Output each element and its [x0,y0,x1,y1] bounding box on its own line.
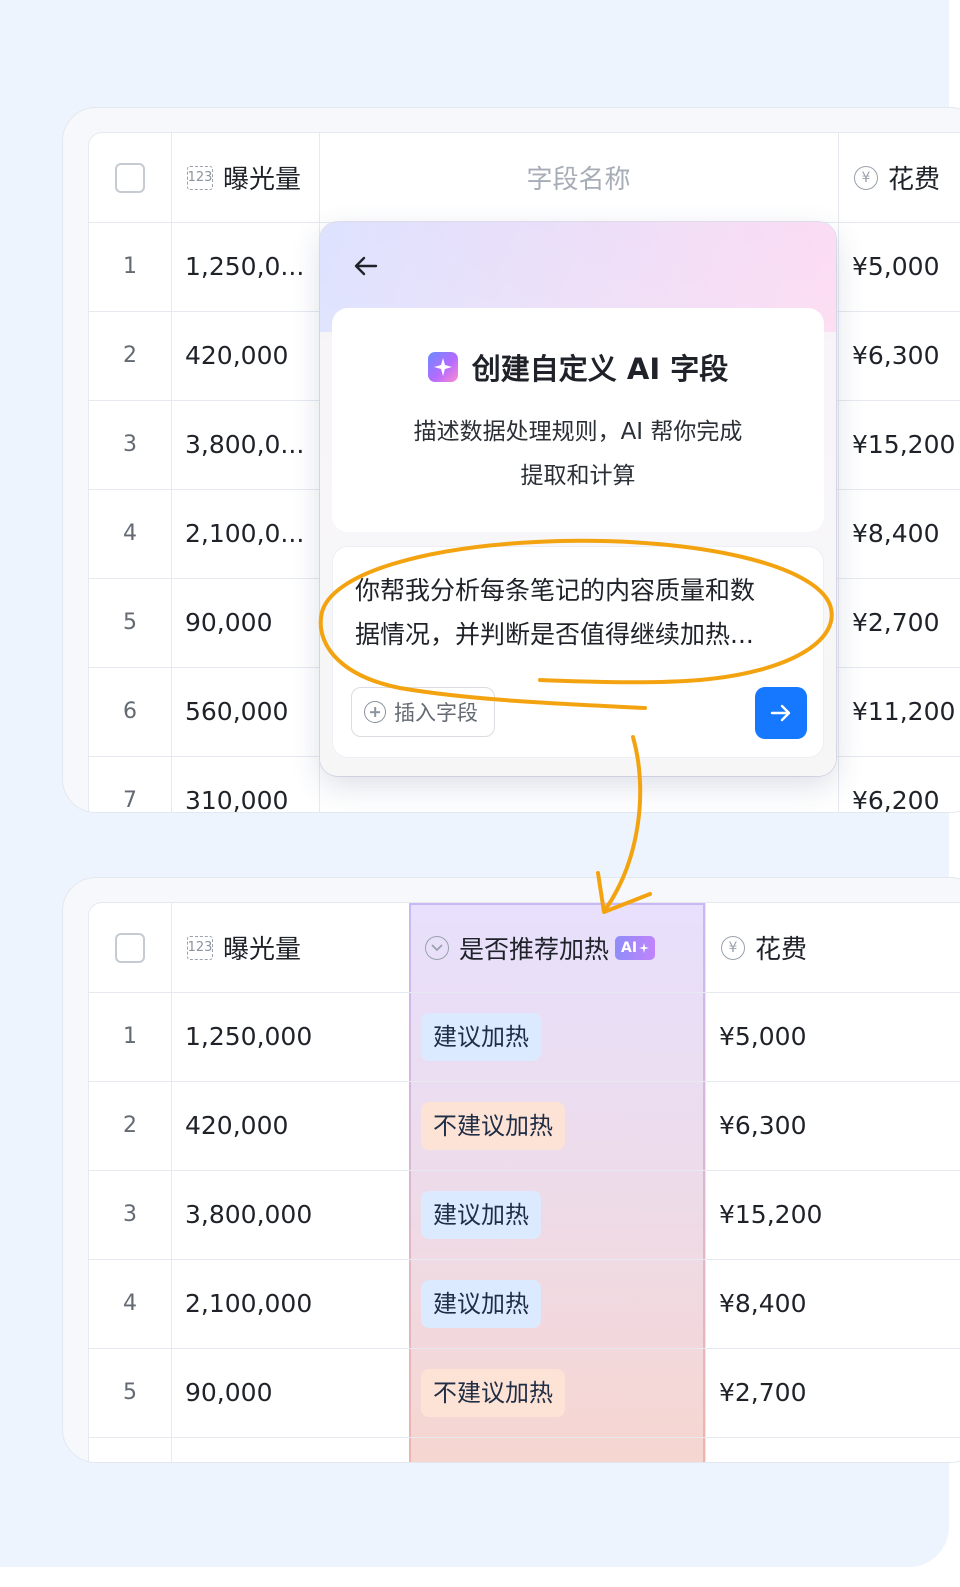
arrow-right-icon [770,704,791,722]
cost-cell: ¥11,200 [852,697,956,726]
dialog-intro: 创建自定义 AI 字段 描述数据处理规则，AI 帮你完成 提取和计算 [332,308,824,532]
cost-cell: ¥5,000 [719,1022,807,1051]
exposure-cell: 90,000 [185,1378,273,1407]
column-header-label: 曝光量 [223,165,302,195]
row-number: 2 [123,1113,137,1138]
cost-cell: ¥8,400 [852,519,940,548]
row-number: 3 [123,432,137,457]
yen-icon: ¥ [854,165,878,190]
chevron-down-circle-icon [425,935,449,960]
exposure-cell: 90,000 [185,608,273,637]
exposure-cell: 2,100,000 [185,1289,313,1318]
insert-field-button[interactable]: 插入字段 [351,687,495,737]
ai-badge: AI [615,935,656,960]
dialog-title: 创建自定义 AI 字段 [332,346,824,388]
create-ai-field-dialog: 创建自定义 AI 字段 描述数据处理规则，AI 帮你完成 提取和计算 你帮我分析… [320,222,836,776]
sparkle-icon [427,352,458,382]
cost-cell: ¥5,000 [852,252,940,281]
exposure-cell: 3,800,000 [185,1200,313,1229]
exposure-cell: 3,800,0... [185,430,305,459]
bottom-card: 123 曝光量 是否推荐加热 AI ¥ 花费 1 1,250,000 建议加热 … [62,877,960,1463]
cost-cell: ¥6,300 [719,1111,807,1140]
cost-cell: ¥6,300 [852,341,940,370]
table-row[interactable]: 4 2,100,000 建议加热 ¥8,400 [89,1259,960,1349]
table-row[interactable]: 5 90,000 不建议加热 ¥2,700 [89,1348,960,1438]
table-row[interactable]: 1 1,250,000 建议加热 ¥5,000 [89,992,960,1082]
header-row: 123 曝光量 字段名称 ¥ 花费 [89,133,960,223]
exposure-cell: 1,250,000 [185,1022,313,1051]
ai-result-cell[interactable]: 建议加热 [409,1259,705,1348]
column-header-cost[interactable]: ¥ 花费 [705,903,960,992]
recommend-tag: 建议加热 [421,1012,541,1061]
prompt-text[interactable]: 你帮我分析每条笔记的内容质量和数 据情况，并判断是否值得继续加热... [355,569,805,657]
sparkle-icon [639,942,650,953]
row-number: 5 [123,610,137,635]
column-header-ai-field[interactable]: 是否推荐加热 AI [409,903,705,992]
column-header-cost[interactable]: ¥ 花费 [838,133,960,222]
ai-result-cell[interactable]: 建议加热 [409,1170,705,1259]
row-number: 5 [123,1380,137,1405]
column-header-exposure[interactable]: 123 曝光量 [171,903,409,992]
cost-cell: ¥2,700 [719,1378,807,1407]
ai-result-cell[interactable]: 建议加热 [409,992,705,1081]
exposure-cell: 1,250,0... [185,252,305,281]
column-header-label: 是否推荐加热 [459,934,610,964]
cost-cell: ¥15,200 [852,430,956,459]
row-number: 4 [123,521,137,546]
exposure-cell: 420,000 [185,1111,289,1140]
ai-result-cell[interactable]: 不建议加热 [409,1348,705,1437]
yen-icon: ¥ [721,935,745,960]
cost-cell: ¥2,700 [852,608,940,637]
column-header-label: 花费 [755,935,808,965]
select-all-checkbox[interactable] [115,162,145,193]
send-button[interactable] [755,687,807,739]
plus-circle-icon [364,701,386,723]
header-row: 123 曝光量 是否推荐加热 AI ¥ 花费 [89,903,960,993]
select-all-checkbox[interactable] [115,932,145,963]
number-type-icon: 123 [187,165,213,190]
row-number: 2 [123,343,137,368]
exposure-cell: 310,000 [185,786,289,813]
exposure-cell: 420,000 [185,341,289,370]
row-number: 1 [123,254,137,279]
cost-cell: ¥6,200 [852,786,940,813]
prompt-input[interactable]: 你帮我分析每条笔记的内容质量和数 据情况，并判断是否值得继续加热... 插入字段 [332,546,824,758]
field-name-placeholder[interactable]: 字段名称 [319,133,838,222]
row-number: 6 [123,699,137,724]
not-recommend-tag: 不建议加热 [421,1101,565,1150]
cost-cell: ¥15,200 [719,1200,823,1229]
table-row[interactable]: 2 420,000 不建议加热 ¥6,300 [89,1081,960,1171]
result-table: 123 曝光量 是否推荐加热 AI ¥ 花费 1 1,250,000 建议加热 … [88,902,960,1462]
row-number: 1 [123,1024,137,1049]
table-row[interactable]: 3 3,800,000 建议加热 ¥15,200 [89,1170,960,1260]
recommend-tag: 建议加热 [421,1190,541,1239]
column-header-label: 曝光量 [223,935,302,965]
exposure-cell: 560,000 [185,697,289,726]
dialog-description: 描述数据处理规则，AI 帮你完成 提取和计算 [413,419,743,489]
row-number: 7 [123,788,137,813]
exposure-cell: 2,100,0... [185,519,305,548]
not-recommend-tag: 不建议加热 [421,1368,565,1417]
number-type-icon: 123 [187,935,213,960]
column-header-label: 花费 [888,165,941,195]
recommend-tag: 建议加热 [421,1279,541,1328]
row-number: 3 [123,1202,137,1227]
row-number: 4 [123,1291,137,1316]
ai-result-cell[interactable]: 不建议加热 [409,1081,705,1170]
arrow-left-icon[interactable] [350,250,382,282]
column-header-exposure[interactable]: 123 曝光量 [171,133,319,222]
cost-cell: ¥8,400 [719,1289,807,1318]
